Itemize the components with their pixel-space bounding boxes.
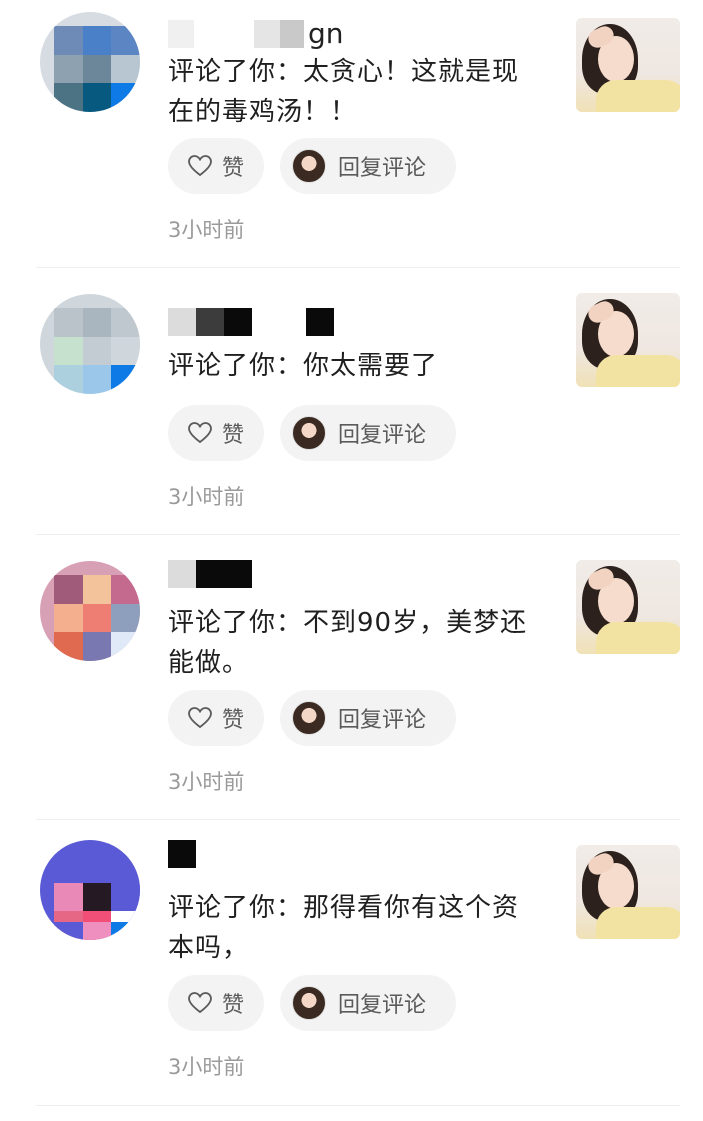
like-button[interactable]: 赞 [168, 405, 264, 461]
like-label: 赞 [222, 993, 245, 1018]
comment-text: 评论了你：太贪心！这就是现在的毒鸡汤！！ [168, 57, 520, 127]
username[interactable]: gn [168, 20, 344, 48]
post-thumbnail[interactable] [576, 560, 680, 654]
timestamp: 3小时前 [168, 485, 245, 509]
like-label: 赞 [222, 423, 245, 448]
like-button[interactable]: 赞 [168, 690, 264, 746]
like-button[interactable]: 赞 [168, 975, 264, 1031]
post-thumbnail[interactable] [576, 293, 680, 387]
notification-item[interactable]: 评论了你：不到90岁，美梦还能做。 赞 回复评论 3小时前 [0, 535, 703, 820]
username-fragment: gn [308, 17, 344, 50]
reply-label: 回复评论 [338, 993, 427, 1018]
notification-item[interactable]: 评论了你：你太需要了 赞 回复评论 3小时前 [0, 268, 703, 535]
username[interactable] [168, 560, 252, 588]
reply-label: 回复评论 [338, 708, 427, 733]
timestamp: 3小时前 [168, 1055, 245, 1079]
reply-comment-button[interactable]: 回复评论 [280, 690, 456, 746]
reply-comment-button[interactable]: 回复评论 [280, 975, 456, 1031]
reply-comment-button[interactable]: 回复评论 [280, 138, 456, 194]
user-avatar[interactable] [40, 12, 140, 112]
heart-icon [188, 155, 212, 177]
user-avatar[interactable] [40, 561, 140, 661]
heart-icon [188, 707, 212, 729]
user-avatar-lower [40, 840, 140, 940]
notification-item[interactable]: 评论了你：那得看你有这个资本吗， 赞 回复评论 3小时前 [0, 820, 703, 1121]
avatar [292, 986, 326, 1020]
comment-text: 评论了你：你太需要了 [168, 351, 439, 381]
comment-text: 评论了你：不到90岁，美梦还能做。 [168, 608, 528, 678]
post-thumbnail[interactable] [576, 845, 680, 939]
like-button[interactable]: 赞 [168, 138, 264, 194]
reply-label: 回复评论 [338, 423, 427, 448]
avatar [292, 701, 326, 735]
avatar [292, 149, 326, 183]
avatar [292, 416, 326, 450]
notification-item[interactable]: gn 评论了你：太贪心！这就是现在的毒鸡汤！！ 赞 回复评论 3小时前 [0, 0, 703, 268]
comment-text: 评论了你：那得看你有这个资本吗， [168, 893, 520, 963]
timestamp: 3小时前 [168, 218, 245, 242]
heart-icon [188, 422, 212, 444]
username[interactable] [168, 840, 196, 868]
reply-label: 回复评论 [338, 156, 427, 181]
post-thumbnail[interactable] [576, 18, 680, 112]
like-label: 赞 [222, 708, 245, 733]
divider [36, 1105, 680, 1106]
user-avatar[interactable] [40, 294, 140, 394]
username[interactable] [168, 308, 334, 336]
timestamp: 3小时前 [168, 770, 245, 794]
like-label: 赞 [222, 156, 245, 181]
reply-comment-button[interactable]: 回复评论 [280, 405, 456, 461]
heart-icon [188, 992, 212, 1014]
